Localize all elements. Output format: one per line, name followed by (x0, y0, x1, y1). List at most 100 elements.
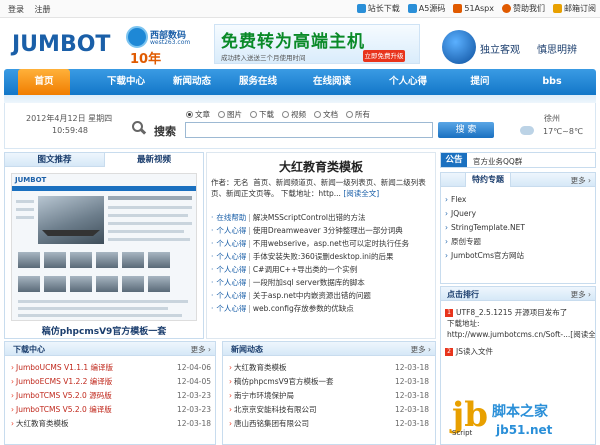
weather-city: 徐州 (544, 114, 560, 123)
list-item[interactable]: › JumboECMS V1.2.2 编译版 12-04-05 (11, 375, 211, 389)
slogan-1: 独立客观 (480, 45, 520, 56)
current-time: 10:59:48 (52, 126, 88, 135)
list-item[interactable]: http://www.jumbotcms.cn/Soft-...[阅读全文] (445, 329, 595, 340)
article-title[interactable]: 大红教育类模板 (207, 158, 435, 175)
banner-subline: 成功转入送送三个月使用时间 (221, 54, 306, 62)
news-more-link[interactable]: 更多 › (411, 344, 431, 355)
list-item[interactable]: · 个人心得 | 一段附加sql server数据库的脚本 (211, 276, 435, 289)
nav-bbs[interactable]: bbs (532, 69, 572, 95)
tab-latest-video[interactable]: 最新视频 (105, 153, 203, 167)
top-link-subscribe[interactable]: 邮箱订阅 (553, 3, 596, 14)
list-item[interactable]: › StringTemplate.NET (445, 221, 595, 235)
cloud-icon (520, 126, 534, 135)
top-links: 站长下载 A5源码 51Aspx 赞助我们 邮箱订阅 (356, 3, 596, 14)
special-topics-list: › Flex › JQuery › StringTemplate.NET › 原创专题 … (445, 193, 595, 263)
top-link-51aspx[interactable]: 51Aspx (453, 3, 494, 14)
radio-video[interactable]: 视频 (282, 109, 306, 120)
download-title: 下载中心 (13, 345, 45, 354)
nav-download[interactable]: 下载中心 (96, 69, 156, 95)
notice-text[interactable]: 官方业务QQ群 (473, 156, 522, 167)
tab-picture-recommend[interactable]: 图文推荐 (5, 153, 105, 167)
featured-article: 大红教育类模板 作者：无名 首页、新闻频道页、新闻一级列表页、新闻二级列表页、新… (206, 152, 436, 339)
jb51-watermark: jb 脚本之家 jb51.net Script (452, 395, 600, 445)
nav-ask[interactable]: 提问 (460, 69, 500, 95)
list-item[interactable]: 1 UTF8_2.5.1215 开源项目发布了 (445, 307, 595, 318)
nav-news[interactable]: 新闻动态 (162, 69, 222, 95)
hot-ranking-title: 点击排行 (447, 290, 479, 299)
list-item[interactable]: · 个人心得 | 关于asp.net中内嵌资源出错的问题 (211, 289, 435, 302)
heart-icon (502, 4, 511, 13)
search-button[interactable]: 搜 索 (438, 122, 494, 138)
list-item[interactable]: · 个人心得 | 手体安装失败:360误删desktop.ini的后果 (211, 250, 435, 263)
list-item[interactable]: · 个人心得 | 不用webserive，asp.net也可以定时执行任务 (211, 237, 435, 250)
list-item[interactable]: · 个人心得 | web.config存放参数的优缺点 (211, 302, 435, 315)
list-item[interactable]: 2 JS读入文件 (445, 346, 595, 357)
nav-service[interactable]: 服务在线 (228, 69, 288, 95)
a5-icon (407, 4, 417, 13)
list-item[interactable]: › JumbotCms官方网站 (445, 249, 595, 263)
list-item[interactable]: › 稿仿phpcmsV9官方模板一套 12-03-18 (229, 375, 429, 389)
hot-more-link[interactable]: 更多 › (571, 289, 591, 300)
list-item[interactable]: › JumboTCMS V5.2.0 编译版 12-03-23 (11, 403, 211, 417)
preview-caption[interactable]: 稿仿phpcmsV9官方模板一套 (5, 324, 203, 337)
search-input[interactable] (185, 122, 433, 138)
list-item[interactable]: · 个人心得 | C#调用C++导出类的一个实例 (211, 263, 435, 276)
hot-ranking-list: 1 UTF8_2.5.1215 开源项目发布了 下载地址: http://www.… (445, 307, 595, 357)
banner-headline: 免费转为高端主机 (221, 32, 365, 52)
nav-home[interactable]: 首页 (18, 69, 70, 95)
download-more-link[interactable]: 更多 › (191, 344, 211, 355)
nav-notes[interactable]: 个人心得 (378, 69, 438, 95)
search-type-radios: 文章 图片 下载 视频 文档 所有 (186, 109, 370, 120)
weather-temp: 17℃~8℃ (543, 127, 583, 136)
top-link-download[interactable]: 站长下载 (356, 3, 400, 14)
special-more-link[interactable]: 更多 › (571, 175, 591, 186)
west263-years: 10年 (130, 52, 162, 67)
list-item[interactable]: › 大红教育类模板 12-03-18 (229, 361, 429, 375)
list-item[interactable]: › 大红教育类模板 12-03-18 (11, 417, 211, 431)
download-list: › JumboUCMS V1.1.1 编译版 12-04-06 › JumboECMS… (11, 361, 211, 431)
radio-article[interactable]: 文章 (186, 109, 210, 120)
nav-reading[interactable]: 在线阅读 (302, 69, 362, 95)
search-label: 搜索 (154, 125, 176, 138)
template-preview-image[interactable]: JUMBOT (11, 173, 197, 321)
news-list: › 大红教育类模板 12-03-18 › 稿仿phpcmsV9官方模板一套 12-03-… (229, 361, 429, 431)
watermark-script: Script (452, 429, 473, 437)
list-item[interactable]: › 原创专题 (445, 235, 595, 249)
search-icon (132, 121, 147, 135)
list-item[interactable]: › JumboUCMS V1.1.1 编译版 12-04-06 (11, 361, 211, 375)
picture-panel: 图文推荐 最新视频 JUMBOT 稿仿phpcmsV9官方模板一套 (4, 152, 204, 339)
list-item[interactable]: › 南宁市环境保护局 12-03-18 (229, 389, 429, 403)
download-icon (356, 4, 366, 13)
login-link[interactable]: 登录 (8, 5, 24, 14)
list-item[interactable]: · 个人心得 | 使用Dreamweaver 3分钟整理出一部分词典 (211, 224, 435, 237)
list-item[interactable]: › 北京京安能科技有限公司 12-03-18 (229, 403, 429, 417)
hosting-banner[interactable]: 免费转为高端主机 成功转入送送三个月使用时间 立即免费升级 (214, 24, 420, 64)
list-item: 下载地址: (447, 319, 480, 328)
slogan-2: 慎思明辨 (537, 45, 577, 56)
list-item[interactable]: › JumboTCMS V5.2.0 源码版 12-03-23 (11, 389, 211, 403)
top-bar: 登录 注册 站长下载 A5源码 51Aspx 赞助我们 邮箱订阅 (0, 0, 600, 18)
top-link-a5[interactable]: A5源码 (407, 3, 445, 14)
site-logo[interactable]: JUMBOT (12, 32, 110, 57)
register-link[interactable]: 注册 (35, 5, 51, 14)
main-nav: 首页 下载中心 新闻动态 服务在线 在线阅读 个人心得 提问 bbs (4, 69, 596, 95)
banner-upgrade-button[interactable]: 立即免费升级 (363, 50, 405, 62)
list-item[interactable]: › 唐山西铭集团有限公司 12-03-18 (229, 417, 429, 431)
aspx-icon (453, 4, 463, 13)
top-link-sponsor[interactable]: 赞助我们 (502, 3, 545, 14)
sub-nav-bar (4, 95, 596, 103)
radio-document[interactable]: 文档 (314, 109, 338, 120)
read-more-link[interactable]: [阅读全文] (343, 189, 379, 198)
login-links: 登录 注册 (8, 4, 59, 15)
radio-download[interactable]: 下载 (250, 109, 274, 120)
list-item[interactable]: › JQuery (445, 207, 595, 221)
rank-badge: 1 (445, 309, 453, 317)
list-item[interactable]: · 在线帮助 | 解决MSScriptControl出错的方法 (211, 211, 435, 224)
list-item[interactable]: › Flex (445, 193, 595, 207)
radio-all[interactable]: 所有 (346, 109, 370, 120)
article-author: 作者：无名 (211, 178, 249, 187)
radio-image[interactable]: 图片 (218, 109, 242, 120)
special-topics-title: 特约专题 (465, 173, 511, 187)
preview-logo: JUMBOT (15, 176, 47, 184)
west263-logo[interactable]: 西部数码 west263.com 10年 (126, 26, 190, 67)
